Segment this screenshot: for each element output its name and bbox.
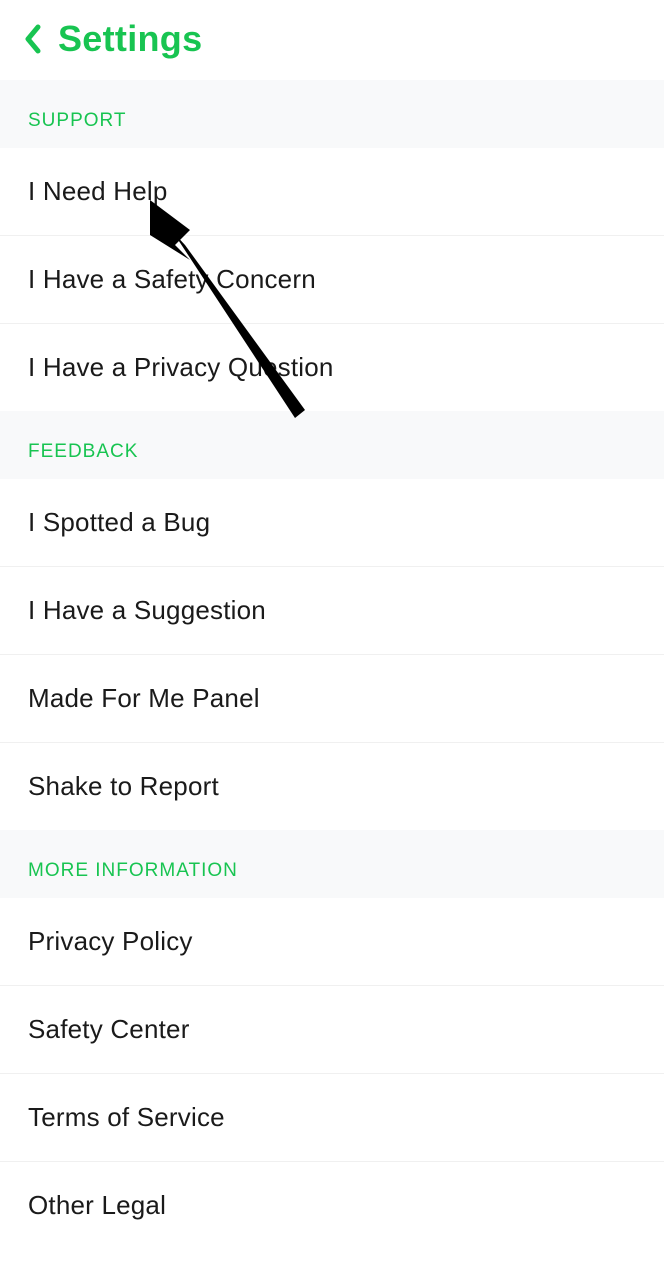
- list-item-privacy-question[interactable]: I Have a Privacy Question: [0, 324, 664, 411]
- list-item-terms-of-service[interactable]: Terms of Service: [0, 1074, 664, 1162]
- section-header-support: SUPPORT: [0, 80, 664, 148]
- header: Settings: [0, 0, 664, 80]
- list-item-made-for-me[interactable]: Made For Me Panel: [0, 655, 664, 743]
- more-info-list: Privacy Policy Safety Center Terms of Se…: [0, 898, 664, 1249]
- list-item-need-help[interactable]: I Need Help: [0, 148, 664, 236]
- list-item-safety-center[interactable]: Safety Center: [0, 986, 664, 1074]
- list-item-safety-concern[interactable]: I Have a Safety Concern: [0, 236, 664, 324]
- section-header-more-info: MORE INFORMATION: [0, 830, 664, 898]
- chevron-left-icon: [24, 24, 42, 54]
- list-item-spotted-bug[interactable]: I Spotted a Bug: [0, 479, 664, 567]
- list-item-privacy-policy[interactable]: Privacy Policy: [0, 898, 664, 986]
- list-item-shake-report[interactable]: Shake to Report: [0, 743, 664, 830]
- page-title: Settings: [58, 18, 202, 60]
- feedback-list: I Spotted a Bug I Have a Suggestion Made…: [0, 479, 664, 830]
- list-item-suggestion[interactable]: I Have a Suggestion: [0, 567, 664, 655]
- list-item-other-legal[interactable]: Other Legal: [0, 1162, 664, 1249]
- section-header-feedback: FEEDBACK: [0, 411, 664, 479]
- back-button[interactable]: [24, 24, 42, 54]
- support-list: I Need Help I Have a Safety Concern I Ha…: [0, 148, 664, 411]
